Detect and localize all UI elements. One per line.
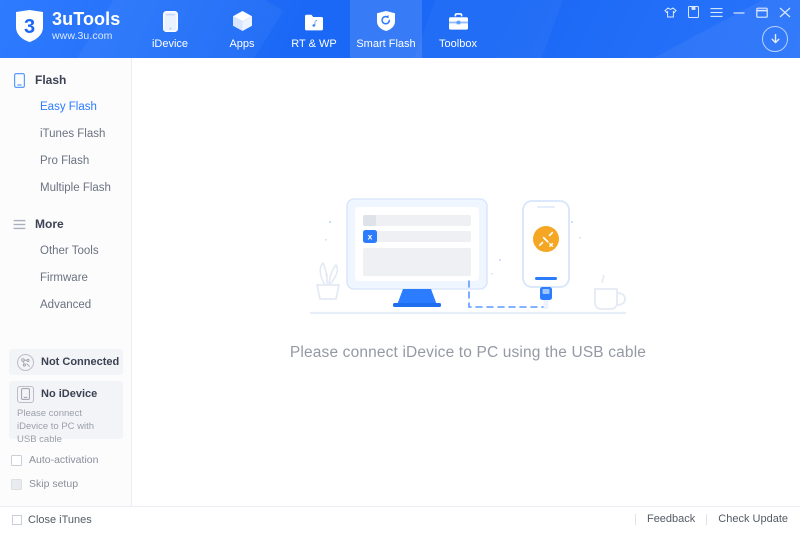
- briefcase-icon: [448, 9, 469, 32]
- phone: [522, 200, 570, 309]
- main-content: x Please connect iDevice to PC using the…: [133, 58, 800, 506]
- status-bar-links: Feedback Check Update: [634, 513, 788, 525]
- phone-icon: [162, 9, 178, 32]
- sidebar-item-easy-flash[interactable]: Easy Flash: [0, 94, 131, 121]
- sidebar-group-label: Flash: [35, 73, 67, 87]
- cube-icon: [232, 9, 253, 32]
- sidebar-item-itunes-flash[interactable]: iTunes Flash: [0, 121, 131, 148]
- nav-label: iDevice: [151, 37, 189, 50]
- check-update-link[interactable]: Check Update: [718, 513, 788, 525]
- shield-refresh-icon: [376, 9, 396, 32]
- nav-item-rt-wp[interactable]: RT & WP: [278, 0, 350, 58]
- checkbox-box: [11, 478, 22, 490]
- notes-icon[interactable]: [686, 5, 700, 19]
- menu-icon[interactable]: [709, 5, 723, 19]
- sidebar-group-flash: Flash: [0, 66, 131, 94]
- list-lines-icon: [12, 217, 27, 232]
- logo-url: www.3u.com: [52, 30, 113, 43]
- skip-setup-checkbox[interactable]: Skip setup: [11, 478, 78, 490]
- download-arrow-icon[interactable]: [762, 26, 788, 52]
- auto-activation-checkbox[interactable]: Auto-activation: [11, 454, 98, 466]
- device-status-hint: Please connect iDevice to PC with USB ca…: [17, 408, 95, 445]
- app-header: 3 3uTools www.3u.com iDevice Apps RT & W…: [0, 0, 800, 58]
- maximize-icon[interactable]: [755, 5, 769, 19]
- nav-item-apps[interactable]: Apps: [206, 0, 278, 58]
- connect-illustration-area: x Please connect iDevice to PC using the…: [143, 193, 793, 362]
- folder-music-icon: [304, 9, 324, 32]
- status-panel-connection[interactable]: Not Connected: [9, 349, 123, 375]
- sidebar-group-more: More: [0, 210, 131, 238]
- nav-label: Apps: [229, 37, 255, 50]
- phone-outline-icon: [12, 72, 27, 88]
- skin-icon[interactable]: [663, 5, 677, 19]
- sidebar-item-firmware[interactable]: Firmware: [0, 265, 131, 292]
- close-icon[interactable]: [778, 5, 792, 19]
- sidebar-group-label: More: [35, 217, 64, 231]
- network-disconnected-icon: [17, 353, 34, 371]
- device-status-label: No iDevice: [41, 388, 98, 400]
- mug-decoration: [594, 274, 626, 310]
- status-panel-device[interactable]: No iDevice Please connect iDevice to PC …: [9, 381, 123, 445]
- app-logo[interactable]: 3 3uTools www.3u.com: [14, 9, 120, 43]
- nav-label: RT & WP: [291, 37, 337, 50]
- separator: [706, 513, 708, 525]
- device-outline-icon: [17, 385, 34, 403]
- sidebar-item-multiple-flash[interactable]: Multiple Flash: [0, 175, 131, 202]
- logo-name: 3uTools: [52, 9, 121, 30]
- svg-text:3: 3: [24, 16, 35, 38]
- close-itunes-label: Close iTunes: [28, 514, 92, 526]
- nav-item-toolbox[interactable]: Toolbox: [422, 0, 494, 58]
- nav-label: Smart Flash: [356, 37, 416, 50]
- separator: [634, 513, 636, 525]
- checkbox-box: [11, 454, 22, 466]
- plant-decoration: [315, 261, 341, 300]
- sidebar: Flash Easy Flash iTunes Flash Pro Flash …: [0, 58, 132, 506]
- pc-phone-usb-disconnected-illustration: x: [143, 193, 793, 328]
- feedback-link[interactable]: Feedback: [647, 513, 695, 525]
- connection-status-label: Not Connected: [41, 356, 120, 368]
- skip-setup-label: Skip setup: [29, 478, 79, 490]
- sidebar-item-pro-flash[interactable]: Pro Flash: [0, 148, 131, 175]
- checkbox-box: [12, 515, 22, 525]
- window-controls: [663, 5, 792, 19]
- sidebar-item-other-tools[interactable]: Other Tools: [0, 238, 131, 265]
- nav-label: Toolbox: [439, 37, 477, 50]
- svg-text:x: x: [368, 232, 373, 242]
- nav-item-idevice[interactable]: iDevice: [134, 0, 206, 58]
- close-itunes-checkbox[interactable]: Close iTunes: [12, 514, 92, 526]
- sidebar-item-advanced[interactable]: Advanced: [0, 292, 131, 319]
- auto-activation-label: Auto-activation: [29, 454, 99, 466]
- nav-item-smart-flash[interactable]: Smart Flash: [350, 0, 422, 58]
- minimize-icon[interactable]: [732, 5, 746, 19]
- main-nav: iDevice Apps RT & WP Smart Flash Toolbox: [134, 0, 494, 58]
- monitor: x: [346, 198, 488, 307]
- status-bar: Close iTunes Feedback Check Update: [0, 506, 800, 533]
- shield-3-logo-icon: 3: [14, 9, 45, 43]
- connect-hint-text: Please connect iDevice to PC using the U…: [289, 344, 647, 361]
- 3utools-window: 3 3uTools www.3u.com iDevice Apps RT & W…: [0, 0, 800, 533]
